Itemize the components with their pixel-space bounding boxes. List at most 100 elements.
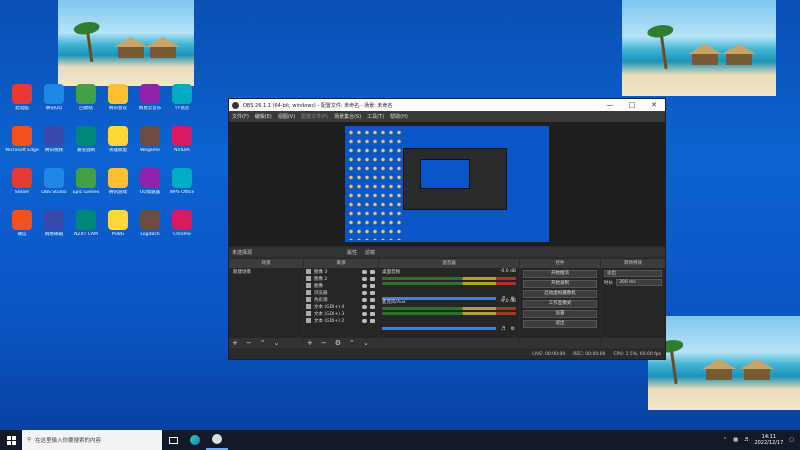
network-icon[interactable]: ▩: [733, 437, 738, 443]
edge-icon[interactable]: [184, 430, 206, 450]
down-icon[interactable]: ⌄: [363, 339, 369, 347]
menu-scene-collection[interactable]: 场景集合(S): [334, 113, 361, 120]
app-icon: [140, 168, 160, 188]
desktop-icon[interactable]: YY语音: [164, 84, 200, 124]
eye-icon[interactable]: [362, 276, 367, 281]
minimize-icon[interactable]: —: [599, 101, 621, 109]
up-icon[interactable]: ⌃: [260, 339, 266, 347]
obs-taskbar-icon[interactable]: [206, 430, 228, 450]
desktop-icon[interactable]: 此电脑: [4, 84, 40, 124]
add-icon[interactable]: +: [232, 339, 238, 347]
virtual-camera-button[interactable]: 启动虚拟摄像机: [523, 290, 597, 298]
desktop-icon[interactable]: WPS Office: [164, 168, 200, 208]
preview-canvas[interactable]: [345, 126, 549, 242]
maximize-icon[interactable]: □: [621, 101, 643, 109]
search-icon: ⚲: [27, 437, 32, 443]
duration-input[interactable]: 300 ms: [616, 279, 662, 286]
down-icon[interactable]: ⌄: [274, 339, 280, 347]
remove-icon[interactable]: −: [246, 339, 252, 347]
desktop-icon[interactable]: NZXT CAM: [68, 210, 104, 250]
desktop-icon[interactable]: OBS Studio: [36, 168, 72, 208]
system-tray: ⌃ ▩ ♬ 14:11 2022/12/17 ▢: [723, 434, 800, 446]
lock-icon[interactable]: [370, 283, 375, 288]
desktop-icon[interactable]: Microsoft Edge: [4, 126, 40, 166]
taskbar-search[interactable]: ⚲ 在这里输入你要搜索的内容: [22, 430, 162, 450]
desktop-icon[interactable]: 回收站: [68, 84, 104, 124]
desktop-icon[interactable]: 英雄联盟: [100, 126, 136, 166]
desktop-icon[interactable]: Wegame: [132, 126, 168, 166]
title-bar[interactable]: OBS 26.1.1 (64-bit, windows) - 配置文件: 未命名…: [229, 99, 665, 111]
speaker-icon[interactable]: ♬: [501, 326, 505, 332]
settings-button[interactable]: 设置: [523, 310, 597, 318]
source-item[interactable]: 浏览器: [304, 289, 378, 296]
source-item[interactable]: 图像 2: [304, 275, 378, 282]
start-streaming-button[interactable]: 开始推流: [523, 270, 597, 278]
desktop-icon[interactable]: PUBG: [100, 210, 136, 250]
menu-help[interactable]: 帮助(H): [390, 113, 408, 120]
task-view-icon[interactable]: [162, 430, 184, 450]
start-recording-button[interactable]: 开始录制: [523, 280, 597, 288]
source-item[interactable]: 文本 (GDI+) 4: [304, 303, 378, 310]
desktop-icon[interactable]: Logitech: [132, 210, 168, 250]
volume-slider[interactable]: [382, 327, 496, 330]
menu-tools[interactable]: 工具(T): [367, 113, 384, 120]
lock-icon[interactable]: [370, 269, 375, 274]
eye-icon[interactable]: [362, 290, 367, 295]
eye-icon[interactable]: [362, 311, 367, 316]
remove-icon[interactable]: −: [321, 339, 327, 347]
desktop-icon[interactable]: Steam: [4, 168, 40, 208]
desktop-icon[interactable]: 腾讯视频: [36, 126, 72, 166]
lock-icon[interactable]: [370, 318, 375, 323]
desktop-icon[interactable]: 腾讯QQ: [36, 84, 72, 124]
menu-edit[interactable]: 编辑(E): [255, 113, 272, 120]
start-button[interactable]: [0, 430, 22, 450]
close-icon[interactable]: ✕: [643, 101, 665, 109]
desktop-icon[interactable]: Epic Games: [68, 168, 104, 208]
lock-icon[interactable]: [370, 297, 375, 302]
source-item[interactable]: 文本 (GDI+) 2: [304, 317, 378, 324]
source-item[interactable]: 文本 (GDI+) 3: [304, 310, 378, 317]
lock-icon[interactable]: [370, 311, 375, 316]
desktop-icon[interactable]: 暴雪战网: [68, 126, 104, 166]
notification-icon[interactable]: ▢: [789, 437, 794, 443]
gear-icon[interactable]: ⚙: [511, 326, 515, 332]
chevron-up-icon[interactable]: ⌃: [723, 437, 727, 443]
desktop-icon[interactable]: 腾讯游戏: [100, 168, 136, 208]
desktop-icon[interactable]: 腾讯会议: [100, 84, 136, 124]
eye-icon[interactable]: [362, 304, 367, 309]
source-item[interactable]: 图像 3: [304, 268, 378, 275]
up-icon[interactable]: ⌃: [349, 339, 355, 347]
desktop-icon[interactable]: 网易云音乐: [132, 84, 168, 124]
source-item[interactable]: 色彩源: [304, 296, 378, 303]
menu-view[interactable]: 视图(V): [278, 113, 295, 120]
eye-icon[interactable]: [362, 283, 367, 288]
volume-icon[interactable]: ♬: [744, 437, 748, 443]
clock[interactable]: 14:11 2022/12/17: [754, 434, 783, 446]
lock-icon[interactable]: [370, 290, 375, 295]
desktop-icon[interactable]: 网易邮箱: [36, 210, 72, 250]
menu-bar: 文件(F) 编辑(E) 视图(V) 配置文件(P) 场景集合(S) 工具(T) …: [229, 111, 665, 122]
scene-item[interactable]: 新建场景: [229, 268, 303, 276]
studio-mode-button[interactable]: 工作室模式: [523, 300, 597, 308]
add-icon[interactable]: +: [307, 339, 313, 347]
eye-icon[interactable]: [362, 269, 367, 274]
filters-button[interactable]: 滤镜: [365, 249, 375, 256]
source-name: 文本 (GDI+) 3: [314, 311, 345, 317]
properties-button[interactable]: 属性: [347, 249, 357, 256]
transition-select[interactable]: 淡出: [604, 270, 662, 277]
obs-window[interactable]: OBS 26.1.1 (64-bit, windows) - 配置文件: 未命名…: [228, 98, 666, 360]
menu-profile[interactable]: 配置文件(P): [301, 113, 328, 120]
eye-icon[interactable]: [362, 318, 367, 323]
desktop-icon[interactable]: 微信: [4, 210, 40, 250]
desktop-icon[interactable]: NVIDIA: [164, 126, 200, 166]
menu-file[interactable]: 文件(F): [232, 113, 249, 120]
source-type-icon: [306, 318, 311, 323]
desktop-icon[interactable]: Chrome: [164, 210, 200, 250]
lock-icon[interactable]: [370, 304, 375, 309]
exit-button[interactable]: 退出: [523, 320, 597, 328]
lock-icon[interactable]: [370, 276, 375, 281]
desktop-icon[interactable]: UU加速器: [132, 168, 168, 208]
eye-icon[interactable]: [362, 297, 367, 302]
gear-icon[interactable]: ⚙: [335, 339, 341, 347]
source-item[interactable]: 图像: [304, 282, 378, 289]
